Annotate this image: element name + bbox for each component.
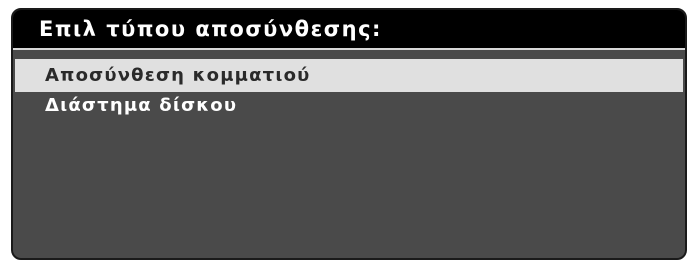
option-disk-space[interactable]: Διάστημα δίσκου	[13, 90, 685, 120]
option-label: Αποσύνθεση κομματιού	[45, 65, 311, 86]
option-list: Αποσύνθεση κομματιού Διάστημα δίσκου	[13, 50, 685, 120]
option-track-decompose[interactable]: Αποσύνθεση κομματιού	[15, 59, 683, 92]
screen: Επιλ τύπου αποσύνθεσης: Αποσύνθεση κομμα…	[0, 0, 698, 265]
dialog-title-bar: Επιλ τύπου αποσύνθεσης:	[13, 10, 685, 50]
option-label: Διάστημα δίσκου	[45, 94, 238, 116]
dialog-title: Επιλ τύπου αποσύνθεσης:	[39, 17, 382, 41]
decompose-type-dialog: Επιλ τύπου αποσύνθεσης: Αποσύνθεση κομμα…	[11, 8, 687, 260]
